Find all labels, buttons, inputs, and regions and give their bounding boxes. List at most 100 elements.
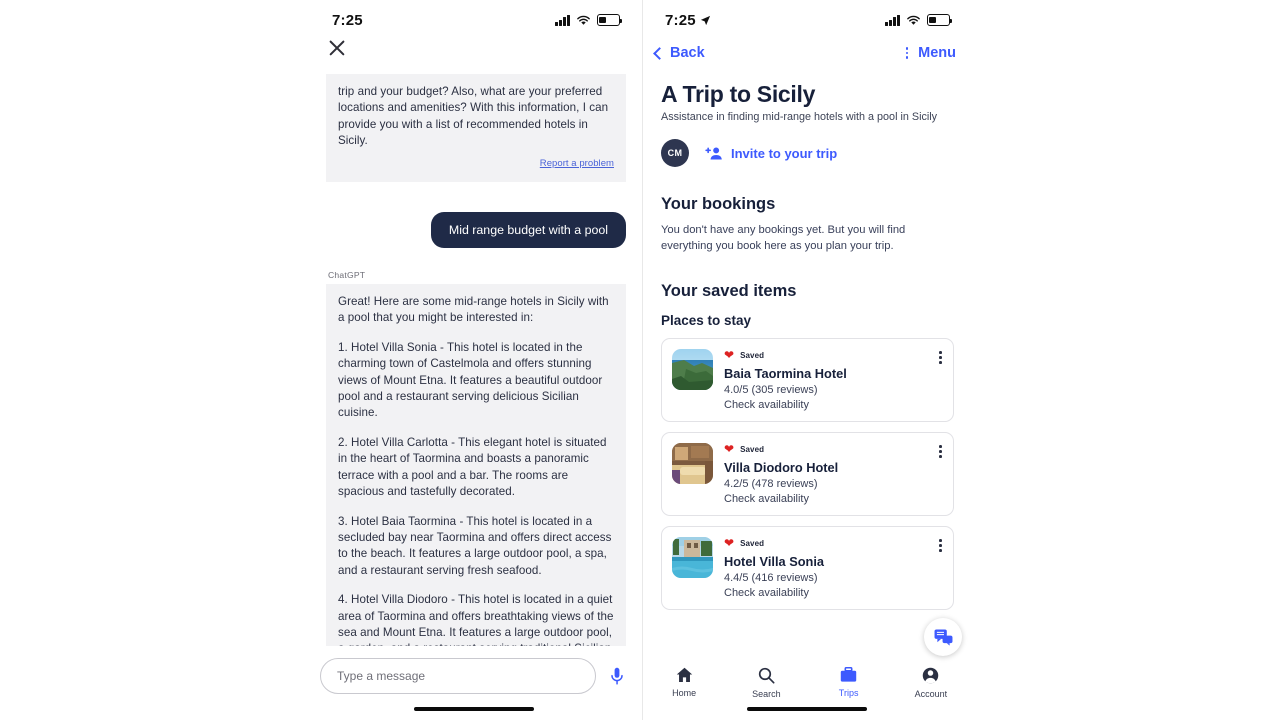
heart-icon: ❤	[724, 536, 735, 550]
status-time: 7:25	[665, 12, 711, 29]
nav-item-search[interactable]: Search	[725, 667, 807, 699]
check-availability-link[interactable]: Check availability	[724, 493, 943, 505]
nav-item-home[interactable]: Home	[643, 667, 725, 698]
account-circle-icon	[923, 667, 939, 684]
hotel-rating: 4.4/5 (416 reviews)	[724, 572, 818, 584]
wifi-icon	[907, 15, 920, 25]
message-paragraph: 1. Hotel Villa Sonia - This hotel is loc…	[338, 340, 603, 420]
assistant-message-partial: trip and your budget? Also, what are you…	[326, 74, 626, 183]
kebab-menu-icon[interactable]	[939, 445, 942, 458]
heart-icon: ❤	[724, 442, 735, 456]
bookings-title: Your bookings	[661, 195, 776, 213]
nav-label: Trips	[838, 688, 859, 698]
trip-phone-pane: 7:25 Back Menu A Trip to Sicily Assistan…	[642, 0, 972, 720]
invite-label: Invite to your trip	[731, 145, 838, 161]
page-title: A Trip to Sicily	[661, 81, 816, 107]
nav-label: Home	[672, 688, 697, 698]
kebab-menu-icon[interactable]	[939, 539, 942, 552]
hotel-name: Baia Taormina Hotel	[724, 366, 847, 381]
home-indicator	[747, 707, 867, 711]
saved-badge: ❤ Saved	[724, 349, 943, 361]
heart-icon: ❤	[724, 348, 735, 362]
status-icons	[885, 14, 953, 26]
nav-item-trips[interactable]: Trips	[808, 667, 890, 698]
right-status-bar: 7:25	[643, 0, 972, 34]
message-paragraph: 3. Hotel Baia Taormina - This hotel is l…	[338, 514, 612, 577]
saved-items-section: Your saved items Places to stay ❤ Saved …	[661, 282, 954, 610]
back-label: Back	[670, 45, 705, 61]
home-indicator	[414, 707, 534, 711]
places-to-stay-title: Places to stay	[661, 313, 752, 328]
pool-villa-photo	[672, 537, 713, 578]
battery-icon	[597, 14, 623, 26]
briefcase-icon	[840, 667, 857, 682]
saved-label: Saved	[740, 350, 765, 360]
kebab-menu-icon[interactable]	[939, 351, 942, 364]
invite-row: CM Invite to your trip	[661, 139, 954, 167]
list-item[interactable]: ❤ Saved Hotel Villa Sonia 4.4/5 (416 rev…	[661, 526, 954, 610]
coastline-photo	[672, 349, 713, 390]
user-message-bubble: Mid range budget with a pool	[430, 212, 626, 249]
status-time-text: 7:25	[665, 11, 696, 29]
list-item[interactable]: ❤ Saved Villa Diodoro Hotel 4.2/5 (478 r…	[661, 432, 954, 516]
nav-label: Account	[914, 689, 948, 699]
hotel-name: Hotel Villa Sonia	[724, 554, 825, 569]
add-person-icon	[705, 146, 722, 159]
trip-content: A Trip to Sicily Assistance in finding m…	[643, 66, 972, 610]
menu-label: Menu	[918, 45, 956, 61]
signal-bars-icon	[885, 14, 900, 26]
chevron-left-icon	[653, 47, 666, 60]
left-gutter	[0, 0, 310, 720]
kebab-menu-icon	[905, 46, 909, 60]
back-button[interactable]: Back	[653, 45, 705, 61]
bookings-section: Your bookings You don't have any booking…	[661, 195, 954, 254]
check-availability-link[interactable]: Check availability	[724, 399, 943, 411]
status-icons	[555, 14, 623, 26]
hotel-name: Villa Diodoro Hotel	[724, 460, 839, 475]
message-paragraph: 2. Hotel Villa Carlotta - This elegant h…	[338, 435, 607, 499]
message-paragraph: Great! Here are some mid-range hotels in…	[338, 295, 609, 325]
home-icon	[676, 667, 692, 683]
chat-bubbles-icon	[934, 628, 952, 646]
hotel-room-photo	[672, 443, 713, 484]
right-gutter	[972, 0, 1280, 720]
message-paragraph: trip and your budget? Also, what are you…	[338, 85, 609, 148]
hotel-rating: 4.0/5 (305 reviews)	[724, 384, 818, 396]
dual-phone-screenshot: 7:25 trip and your budget? Also, what ar…	[0, 0, 1280, 720]
chat-header	[310, 34, 642, 58]
message-input[interactable]: Type a message	[320, 658, 596, 694]
saved-badge: ❤ Saved	[724, 537, 943, 549]
trip-navbar: Back Menu	[643, 34, 972, 66]
invite-to-trip-button[interactable]: Invite to your trip	[705, 146, 837, 161]
microphone-icon[interactable]	[604, 658, 630, 694]
page-subtitle: Assistance in finding mid-range hotels w…	[661, 111, 938, 123]
hotel-rating: 4.2/5 (478 reviews)	[724, 478, 818, 490]
chat-phone-pane: 7:25 trip and your budget? Also, what ar…	[310, 0, 642, 720]
list-item-body: ❤ Saved Baia Taormina Hotel 4.0/5 (305 r…	[724, 349, 943, 411]
saved-places-list: ❤ Saved Baia Taormina Hotel 4.0/5 (305 r…	[661, 338, 954, 610]
chat-fab-button[interactable]	[924, 618, 962, 656]
saved-label: Saved	[740, 444, 765, 454]
wifi-icon	[577, 15, 590, 25]
bookings-empty-text: You don't have any bookings yet. But you…	[661, 224, 906, 252]
chat-message-list[interactable]: trip and your budget? Also, what are you…	[310, 58, 642, 720]
list-item-body: ❤ Saved Hotel Villa Sonia 4.4/5 (416 rev…	[724, 537, 943, 599]
saved-items-title: Your saved items	[661, 282, 797, 300]
nav-label: Search	[752, 689, 781, 699]
left-status-bar: 7:25	[310, 0, 642, 34]
close-icon[interactable]	[328, 38, 348, 58]
check-availability-link[interactable]: Check availability	[724, 587, 943, 599]
status-time: 7:25	[332, 12, 363, 29]
assistant-sender-label: ChatGPT	[328, 270, 366, 281]
signal-bars-icon	[555, 14, 570, 26]
menu-button[interactable]: Menu	[905, 45, 956, 61]
nav-item-account[interactable]: Account	[890, 667, 972, 699]
list-item-body: ❤ Saved Villa Diodoro Hotel 4.2/5 (478 r…	[724, 443, 943, 505]
saved-label: Saved	[740, 538, 765, 548]
avatar[interactable]: CM	[661, 139, 689, 167]
report-a-problem-link[interactable]: Report a problem	[338, 154, 614, 176]
list-item[interactable]: ❤ Saved Baia Taormina Hotel 4.0/5 (305 r…	[661, 338, 954, 422]
status-time-text: 7:25	[332, 11, 363, 29]
battery-icon	[927, 14, 953, 26]
location-arrow-icon	[700, 15, 710, 25]
